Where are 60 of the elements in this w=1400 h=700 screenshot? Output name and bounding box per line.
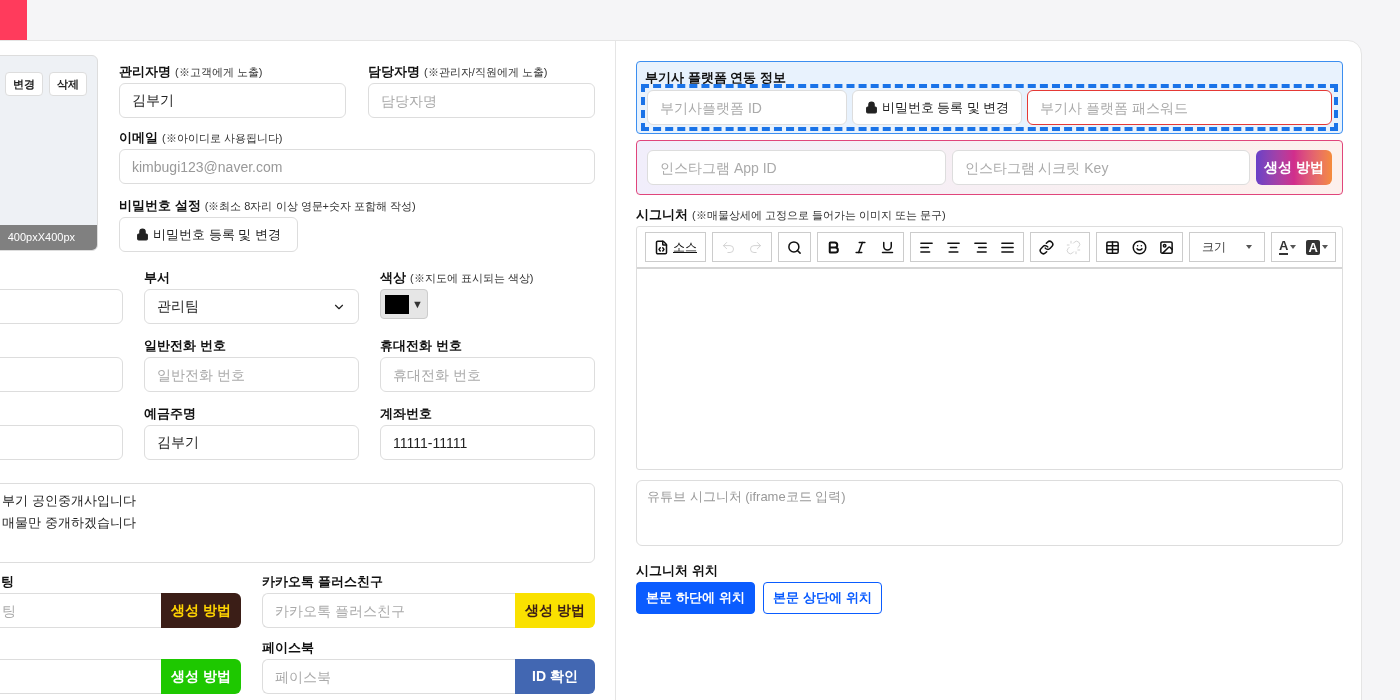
text-color-button[interactable]: A xyxy=(1274,233,1302,261)
caret-icon xyxy=(1321,245,1328,249)
panel-title: 부기사 플랫폼 연동 정보 xyxy=(645,69,787,87)
field-note: (※관리자/직원에게 노출) xyxy=(424,65,548,80)
field-note: (※아이디로 사용됩니다) xyxy=(162,131,283,146)
input-field[interactable]: 김부기 xyxy=(144,425,359,460)
field-label: 시그니처 xyxy=(636,206,688,224)
field-label: 휴대전화 번호 xyxy=(380,337,462,355)
input-field[interactable]: 카카오톡 플러스친구 xyxy=(262,593,515,628)
input-field[interactable]: 일반전화 번호 xyxy=(144,357,359,392)
guide-button[interactable]: 생성 방법 xyxy=(161,593,241,628)
field-note: (※지도에 표시되는 색상) xyxy=(410,271,534,286)
caret-icon xyxy=(1290,245,1297,249)
color-picker[interactable]: ▼ xyxy=(380,289,428,319)
guide-button[interactable]: 생성 방법 xyxy=(1256,150,1332,185)
input-field[interactable]: 김부기 xyxy=(119,83,346,118)
password-button[interactable]: 비밀번호 등록 및 변경 xyxy=(852,90,1022,125)
field-label: 담당자명 xyxy=(368,63,420,81)
password-field[interactable]: 부기사 플랫폼 패스워드 xyxy=(1027,90,1332,125)
field-label: 이메일 xyxy=(119,129,158,147)
guide-button[interactable]: ID 확인 xyxy=(515,659,595,694)
field-note: (※고객에게 노출) xyxy=(175,65,263,80)
input-field[interactable]: 휴대전화 번호 xyxy=(380,357,595,392)
caret-icon: ▼ xyxy=(412,295,423,313)
field-label: 일반전화 번호 xyxy=(144,337,226,355)
input-field[interactable]: 담당자명 xyxy=(368,83,595,118)
field-label: 카카오톡 플러스친구 xyxy=(262,573,383,591)
field-label: 페이스북 xyxy=(262,639,314,657)
field-label: 비밀번호 설정 xyxy=(119,197,201,215)
field-label: 팅 xyxy=(1,573,14,591)
field-label: 부서 xyxy=(144,269,170,287)
position-option[interactable]: 본문 상단에 위치 xyxy=(763,582,882,614)
photo-caption: 400pxX400px xyxy=(0,225,97,250)
field-label: 계좌번호 xyxy=(380,405,432,423)
intro-textarea[interactable]: 부기 공인중개사입니다 매물만 중개하겠습니다 xyxy=(0,483,595,563)
lock-icon xyxy=(864,101,878,114)
field-note: (※최소 8자리 이상 영문+숫자 포함해 작성) xyxy=(204,199,416,214)
field-label: 시그니처 위치 xyxy=(636,562,718,580)
position-option[interactable]: 본문 하단에 위치 xyxy=(636,582,755,614)
delete-button[interactable]: 삭제 xyxy=(49,72,87,96)
field-label: 색상 xyxy=(380,269,406,287)
input-field[interactable]: 11111-11111 xyxy=(380,425,595,460)
password-button[interactable]: 비밀번호 등록 및 변경 xyxy=(119,217,298,252)
caret-icon xyxy=(1246,245,1252,249)
department-select[interactable]: 관리팀 xyxy=(144,289,359,324)
field-label: 관리자명 xyxy=(119,63,171,81)
youtube-textarea[interactable]: 유튜브 시그니처 (iframe코드 입력) xyxy=(636,480,1343,546)
input-field[interactable]: 페이스북 xyxy=(262,659,515,694)
font-size-dropdown[interactable]: 크기 xyxy=(1192,233,1262,261)
input-field[interactable]: 인스타그램 시크릿 Key xyxy=(951,150,1250,185)
input-field[interactable]: 팅 xyxy=(0,593,161,628)
guide-button[interactable]: 생성 방법 xyxy=(515,593,595,628)
change-button[interactable]: 변경 xyxy=(5,72,43,96)
source-button[interactable]: 소스 xyxy=(648,233,703,261)
background-color-button[interactable]: A xyxy=(1301,233,1333,261)
input-field[interactable]: 부기사플랫폼 ID xyxy=(647,90,847,125)
lock-icon xyxy=(136,228,149,241)
field-note: (※매물상세에 고정으로 들어가는 이미지 또는 문구) xyxy=(692,208,946,223)
field-label: 예금주명 xyxy=(144,405,196,423)
input-field[interactable]: 인스타그램 App ID xyxy=(647,150,946,185)
